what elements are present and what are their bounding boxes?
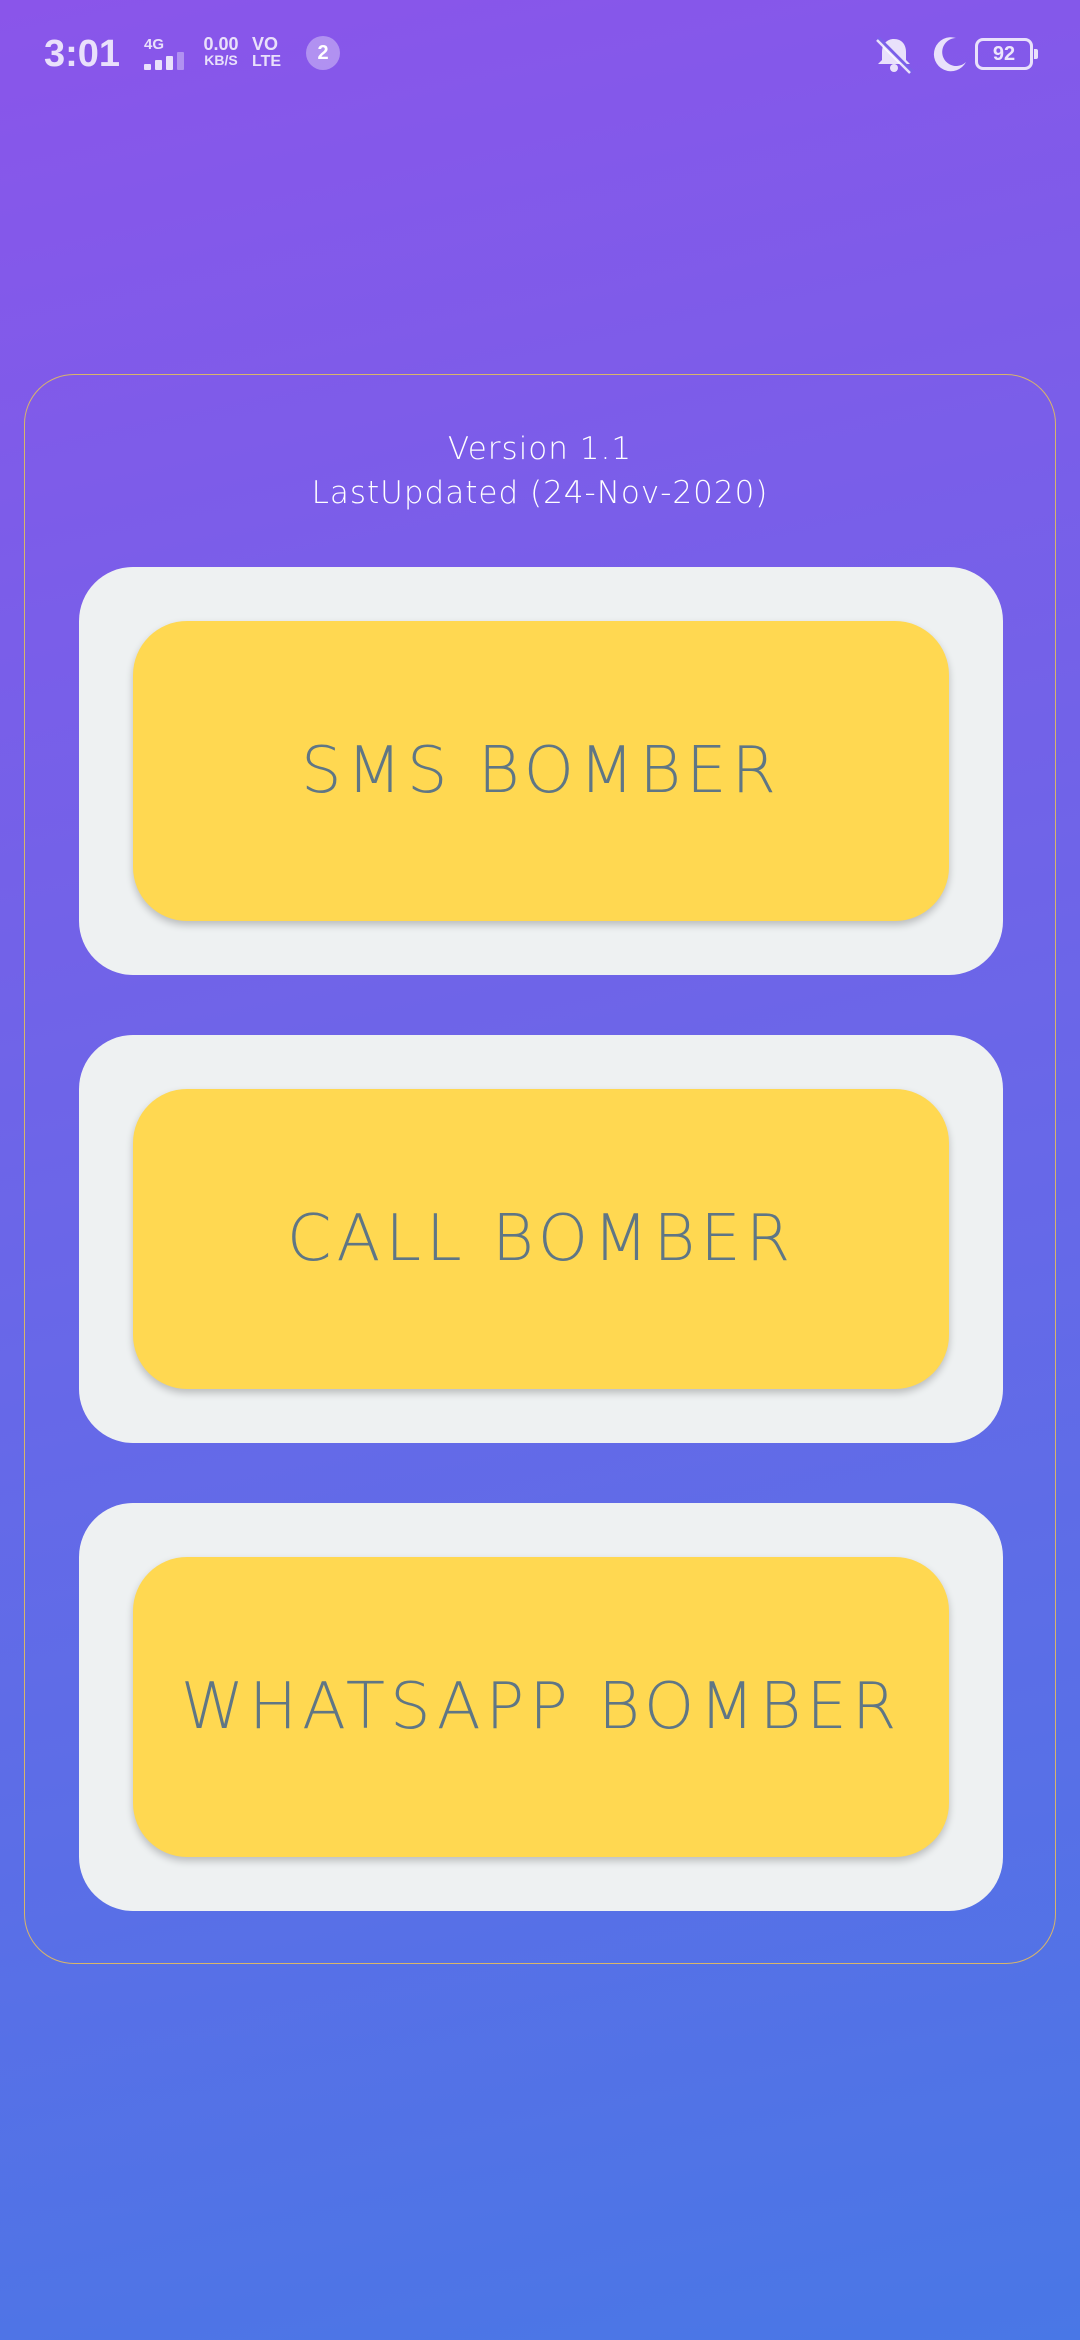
sms-bomber-frame: SMS BOMBER	[79, 567, 1003, 975]
network-speed-value: 0.00	[203, 34, 239, 54]
whatsapp-bomber-frame: WHATSAPP BOMBER	[79, 1503, 1003, 1911]
battery-icon: 92	[975, 38, 1038, 70]
status-time: 3:01	[44, 33, 121, 75]
call-bomber-button[interactable]: CALL BOMBER	[133, 1089, 949, 1389]
network-type: 4G	[144, 36, 165, 53]
network-speed: 0.00 KB/S	[197, 34, 245, 68]
bell-muted-icon	[876, 36, 914, 74]
volte-top: VO	[252, 34, 279, 54]
whatsapp-bomber-button[interactable]: WHATSAPP BOMBER	[133, 1557, 949, 1857]
sms-bomber-button[interactable]: SMS BOMBER	[133, 621, 949, 921]
call-bomber-frame: CALL BOMBER	[79, 1035, 1003, 1443]
moon-icon	[933, 37, 966, 72]
volte-bottom: LTE	[252, 53, 282, 70]
main-card: Version 1.1 LastUpdated (24-Nov-2020) SM…	[24, 374, 1056, 1964]
status-bar: 3:01 4G 0.00 KB/S VO LTE 2 92	[0, 0, 1080, 110]
version-info: Version 1.1 LastUpdated (24-Nov-2020)	[25, 427, 1055, 515]
version-text: Version 1.1	[447, 431, 633, 467]
network-speed-unit: KB/S	[204, 52, 238, 68]
last-updated-text: LastUpdated (24-Nov-2020)	[311, 475, 769, 511]
volte-indicator: VO LTE	[252, 34, 282, 70]
notification-count-badge: 2	[306, 36, 340, 70]
signal-icon	[144, 52, 184, 70]
